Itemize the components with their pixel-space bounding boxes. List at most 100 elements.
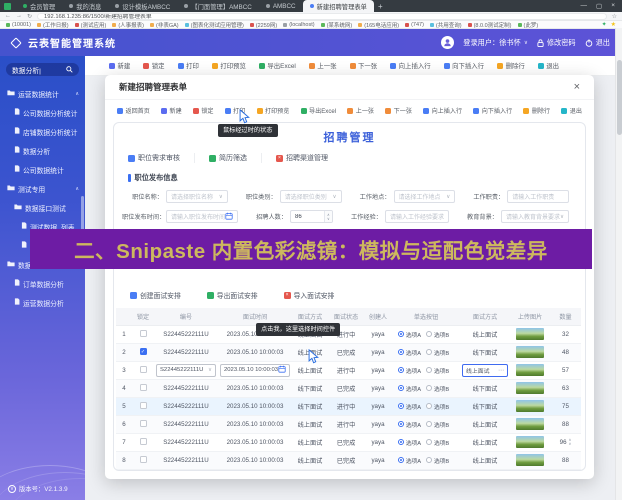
uploaded-image[interactable] (516, 364, 544, 376)
toolbar-button[interactable]: 新建 (161, 106, 182, 115)
browser-tab[interactable]: AMBCC (259, 0, 303, 12)
field-input[interactable]: 请输入工作职责 (507, 190, 569, 203)
reload-icon[interactable]: ↻ (27, 13, 32, 20)
close-window-button[interactable]: × (611, 2, 615, 10)
sidebar-item[interactable]: 运营数据统计 ∧ (0, 84, 85, 103)
toolbar-button[interactable]: 向上插入行 (423, 106, 462, 115)
field-select[interactable]: 请选择职位类别 ∨ (279, 190, 342, 203)
table-row[interactable]: 5 S22445222111U 2023.05.10 10:00:03 线下面试 进行中… (116, 397, 581, 416)
radio-button[interactable] (426, 457, 432, 463)
uploaded-image[interactable] (516, 454, 544, 466)
field-select[interactable]: 请选择职位名称 ∨ (166, 190, 228, 203)
row-checkbox[interactable] (139, 366, 147, 374)
bookmark-extra-icon[interactable]: ★ (611, 21, 616, 28)
radio-button[interactable] (426, 367, 432, 373)
toolbar-button[interactable]: 上一张 (347, 106, 374, 115)
maximize-button[interactable]: ▢ (596, 2, 602, 10)
table-row[interactable]: 8 S22445222111U 2023.05.10 10:00:03 线上面试 已完成… (116, 451, 581, 470)
uploaded-image[interactable] (516, 400, 544, 412)
radio-button[interactable] (426, 385, 432, 391)
table-row[interactable]: 1S22445222111U2023.05.10 10:00:03线上面试进行中… (116, 325, 581, 344)
sidebar-item[interactable]: 数据接口测试 (0, 198, 85, 217)
toolbar-button[interactable]: 锁定 (143, 61, 165, 70)
avatar[interactable] (441, 36, 455, 49)
toolbar-button[interactable]: 导出Excel (300, 106, 336, 115)
bookmark-item[interactable]: (某系统网) (320, 21, 352, 28)
browser-tab[interactable]: 会员管理 (16, 0, 62, 12)
radio-button[interactable] (397, 367, 404, 373)
sidebar-item[interactable]: 数据分析 (0, 141, 85, 160)
page-scrollbar[interactable] (615, 28, 622, 500)
bookmark-item[interactable]: (localhost) (283, 22, 315, 28)
bookmark-item[interactable]: (共用查询) (429, 21, 462, 28)
table-row[interactable]: 3 S22445222111U ∨ 2023.05.10 10:00:03 线上面试 进行… (116, 361, 581, 380)
sidebar-item[interactable]: 公司数据统计 (0, 160, 85, 179)
uploaded-image[interactable] (516, 346, 544, 358)
radio-button[interactable] (426, 439, 432, 445)
radio-button[interactable] (397, 421, 404, 427)
toolbar-button[interactable]: 下一张 (349, 61, 377, 70)
toolbar-button[interactable]: 导出Excel (258, 61, 296, 70)
sidebar-item[interactable]: 订单数据分析 (0, 274, 85, 293)
interview-action-button[interactable]: × 导入面试安排 (283, 290, 334, 300)
bookmark-item[interactable]: (图表化测试应用管理) (184, 21, 244, 28)
bookmark-item[interactable]: (人事报表) (112, 21, 144, 28)
field-input[interactable]: 请输入工作经验要求 (384, 210, 449, 223)
bookmark-item[interactable]: (165电话应用) (358, 21, 399, 28)
calendar-icon[interactable] (278, 365, 286, 375)
new-tab-button[interactable]: + (378, 2, 383, 11)
radio-button[interactable] (426, 421, 432, 427)
toolbar-button[interactable]: 上一张 (308, 61, 337, 70)
field-select[interactable]: 请输入教育背景要求 ∨ (500, 210, 569, 223)
browser-tab[interactable]: 我的消息 (62, 0, 108, 12)
bookmark-item[interactable]: (工作日报) (36, 21, 69, 28)
scrollbar-thumb[interactable] (617, 60, 622, 135)
toolbar-button[interactable]: 返回首页 (117, 106, 150, 115)
radio-button[interactable] (426, 403, 432, 409)
bookmark-item[interactable]: (测试应用) (74, 21, 106, 28)
sidebar-item[interactable]: 店铺数据分析统计 (0, 122, 85, 141)
radio-button[interactable] (397, 349, 404, 355)
back-icon[interactable]: ← (5, 13, 11, 19)
bookmark-item[interactable]: (747) (405, 22, 424, 28)
forward-icon[interactable]: → (16, 13, 22, 19)
toolbar-button[interactable]: 下一张 (385, 106, 412, 115)
change-password-button[interactable]: 修改密码 (537, 38, 576, 48)
user-menu[interactable]: 登录用户：徐书怀 ∨ (463, 38, 528, 48)
minimize-button[interactable]: — (581, 2, 588, 10)
browser-tab[interactable]: 设计模板AMBCC (108, 0, 177, 12)
table-row[interactable]: 6 S22445222111U 2023.05.10 10:00:03 线上面试 进行中… (116, 415, 581, 434)
sidebar-search[interactable]: 数据分析| (6, 63, 79, 76)
table-row[interactable]: 7 S22445222111U 2023.05.10 10:00:03 线上面试 已完成… (116, 433, 581, 452)
toolbar-button[interactable]: 向上插入行 (390, 61, 431, 70)
toolbar-button[interactable]: 新建 (109, 61, 130, 70)
interview-action-button[interactable]: 导出面试安排 (206, 290, 258, 300)
url-field[interactable]: 192.168.1.235:86/1500/新建招聘管理表单 (37, 12, 607, 20)
bookmark-extra-icon[interactable]: ✦ (602, 21, 607, 28)
interview-action-button[interactable]: 创建面试安排 (130, 290, 181, 300)
radio-button[interactable] (426, 331, 432, 337)
toolbar-button[interactable]: 退出 (561, 106, 582, 115)
sidebar-item[interactable]: 公司数据分析统计 (0, 103, 85, 122)
table-row[interactable]: 4 S22445222111U 2023.05.10 10:00:03 线下面试 已完成… (116, 379, 581, 398)
row-checkbox[interactable] (139, 402, 147, 410)
bookmark-item[interactable]: (10001) (6, 22, 31, 28)
more-icon[interactable]: ⋯ (498, 367, 504, 374)
id-select[interactable]: S22445222111U ∨ (156, 363, 216, 377)
form-tab[interactable]: 简历筛选 (195, 153, 262, 163)
time-input[interactable]: 2023.05.10 10:00:03 (220, 363, 290, 377)
toolbar-button[interactable]: 删除行 (523, 106, 550, 115)
uploaded-image[interactable] (516, 436, 544, 448)
qty-stepper-icon[interactable]: ∧ ∨ (569, 438, 572, 446)
toolbar-button[interactable]: 向下插入行 (443, 61, 484, 70)
close-icon[interactable]: × (574, 81, 580, 93)
radio-button[interactable] (397, 385, 404, 391)
toolbar-button[interactable]: 退出 (537, 61, 559, 70)
stepper-icon[interactable]: ∧ ∨ (323, 211, 332, 222)
sidebar-item[interactable]: 运营数据分析 (0, 293, 85, 312)
field-date[interactable]: 请输入职位发布时间 (166, 210, 239, 223)
toolbar-button[interactable]: 打印预览 (211, 61, 246, 70)
uploaded-image[interactable] (516, 382, 544, 394)
bookmark-item[interactable]: (非表GA) (149, 21, 179, 28)
radio-button[interactable] (397, 331, 404, 337)
